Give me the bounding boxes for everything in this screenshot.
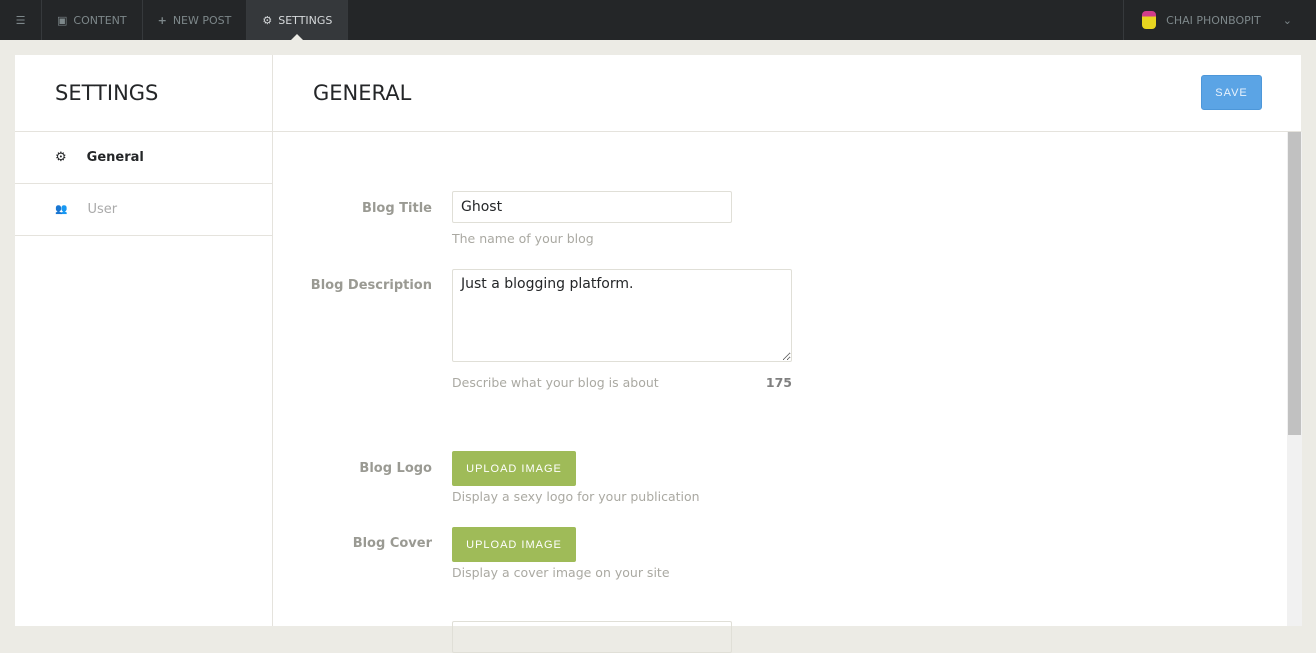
gear-icon: ⚙ [55, 150, 67, 165]
user-menu[interactable]: CHAI PHONBOPIT ⌄ [1123, 0, 1316, 40]
nav-new-post[interactable]: + NEW POST [143, 0, 248, 40]
blog-cover-help: Display a cover image on your site [452, 565, 670, 580]
top-nav: ☰ ▣ CONTENT + NEW POST ⚙ SETTINGS CHAI PHON… [0, 0, 1316, 40]
blog-description-help: Describe what your blog is about [452, 375, 659, 390]
users-icon: 👥 [55, 204, 68, 215]
blog-title-input[interactable] [452, 191, 732, 223]
blog-logo-label: Blog Logo [359, 461, 432, 476]
avatar [1142, 11, 1157, 29]
settings-panel: SETTINGS ⚙ General 👥 User GENERAL SAVE Blo… [15, 55, 1301, 653]
save-button[interactable]: SAVE [1201, 75, 1262, 110]
scrollbar-thumb[interactable] [1288, 132, 1301, 435]
upload-logo-button[interactable]: UPLOAD IMAGE [452, 451, 576, 486]
blog-cover-label: Blog Cover [352, 536, 432, 551]
plus-icon: + [157, 13, 167, 27]
nav-settings[interactable]: ⚙ SETTINGS [247, 0, 349, 40]
char-count: 175 [765, 375, 792, 390]
sidebar-item-user[interactable]: 👥 User [15, 184, 272, 236]
chevron-down-icon: ⌄ [1282, 13, 1292, 27]
page-title: GENERAL SAVE [273, 55, 1301, 132]
sliders-icon: ☰ [15, 13, 26, 27]
blog-title-help: The name of your blog [452, 231, 594, 246]
menu-toggle[interactable]: ☰ [0, 0, 42, 40]
nav-content[interactable]: ▣ CONTENT [42, 0, 143, 40]
sidebar-title: SETTINGS [15, 55, 272, 132]
blog-logo-help: Display a sexy logo for your publication [452, 489, 700, 504]
blog-description-label: Blog Description [310, 278, 432, 293]
sidebar-item-general[interactable]: ⚙ General [15, 132, 272, 184]
content-icon: ▣ [57, 13, 68, 27]
blog-description-input[interactable]: Just a blogging platform. [452, 269, 792, 362]
upload-cover-button[interactable]: UPLOAD IMAGE [452, 527, 576, 562]
settings-sidebar: SETTINGS ⚙ General 👥 User [15, 55, 273, 626]
gears-icon: ⚙ [262, 13, 273, 27]
blog-title-label: Blog Title [362, 201, 432, 216]
